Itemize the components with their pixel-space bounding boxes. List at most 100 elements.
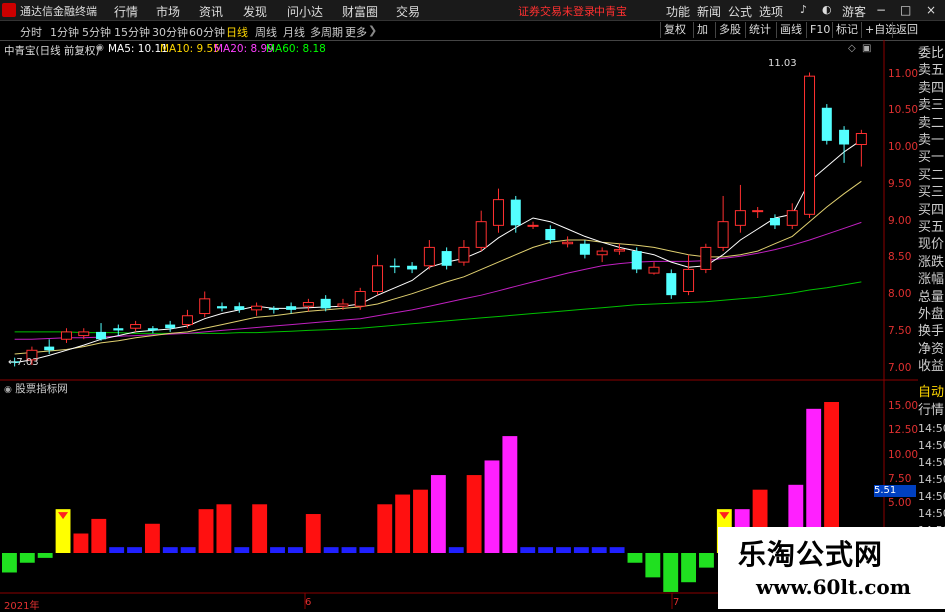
- side-item[interactable]: 卖一: [918, 132, 945, 149]
- candle-body: [78, 331, 90, 337]
- side-item[interactable]: 收益: [918, 358, 945, 375]
- side-item[interactable]: 买一: [918, 149, 945, 166]
- candle-body: [839, 129, 850, 145]
- menu-newsflash[interactable]: 新闻: [697, 3, 721, 20]
- period-daily[interactable]: 日线: [226, 24, 248, 40]
- side-item[interactable]: 净资: [918, 341, 945, 358]
- side-item[interactable]: 买二: [918, 167, 945, 184]
- indicator-settings-icon[interactable]: ◉: [4, 385, 12, 395]
- date-label-july: 7: [673, 597, 680, 608]
- stats-button[interactable]: 统计: [745, 22, 774, 38]
- indicator-bar: [466, 475, 482, 553]
- side-lower-item[interactable]: 自动: [918, 384, 945, 401]
- chart-area[interactable]: [0, 40, 918, 609]
- login-warning[interactable]: 证券交易未登录: [518, 3, 595, 19]
- candle-body: [181, 315, 193, 326]
- period-monthly[interactable]: 月线: [283, 24, 305, 40]
- indicator-bar: [681, 553, 697, 583]
- minimize-icon[interactable]: −: [876, 3, 886, 17]
- candle-body: [302, 302, 314, 307]
- back-button[interactable]: 返回: [892, 22, 921, 38]
- candle-body: [354, 290, 366, 307]
- period-more[interactable]: 更多: [345, 24, 367, 40]
- maximize-icon[interactable]: □: [900, 3, 911, 17]
- menu-discover[interactable]: 发现: [243, 3, 267, 20]
- user-icon[interactable]: ◐: [822, 3, 832, 16]
- side-item[interactable]: 涨跌: [918, 254, 945, 271]
- menu-news[interactable]: 资讯: [199, 3, 223, 20]
- period-5min[interactable]: 5分钟: [82, 24, 111, 40]
- candle-body: [320, 298, 331, 309]
- indicator-tick: 7.50: [888, 472, 912, 485]
- app-logo-icon: [2, 3, 16, 17]
- period-multi[interactable]: 多周期: [310, 24, 343, 40]
- side-item[interactable]: 现价: [918, 236, 945, 253]
- side-item[interactable]: 总量: [918, 289, 945, 306]
- side-time-label: 14:50: [918, 473, 945, 486]
- draw-button[interactable]: 画线: [776, 22, 805, 38]
- candle-body: [855, 132, 867, 146]
- mark-button[interactable]: 标记: [832, 22, 861, 38]
- ma5-line: [14, 139, 862, 364]
- candle-body: [562, 241, 574, 245]
- menu-quotes[interactable]: 行情: [114, 3, 138, 20]
- candle-body: [596, 250, 608, 256]
- side-item[interactable]: 卖二: [918, 115, 945, 132]
- side-item[interactable]: 委比: [918, 45, 945, 62]
- candle-body: [545, 229, 556, 241]
- side-item[interactable]: 买四: [918, 202, 945, 219]
- period-60min[interactable]: 60分钟: [189, 24, 225, 40]
- period-15min[interactable]: 15分钟: [114, 24, 150, 40]
- candle-body: [752, 210, 764, 213]
- f10-button[interactable]: F10: [806, 22, 833, 38]
- side-time-label: 14:50: [918, 422, 945, 435]
- side-item[interactable]: 换手: [918, 323, 945, 340]
- menu-trade[interactable]: 交易: [396, 3, 420, 20]
- period-weekly[interactable]: 周线: [255, 24, 277, 40]
- indicator-bar: [162, 547, 178, 553]
- side-item[interactable]: 卖四: [918, 80, 945, 97]
- side-item[interactable]: 卖五: [918, 62, 945, 79]
- chevron-right-icon[interactable]: ❯: [368, 24, 377, 37]
- adjust-button[interactable]: 复权: [660, 22, 689, 38]
- menu-function[interactable]: 功能: [666, 3, 690, 20]
- menu-wealth[interactable]: 财富圈: [342, 3, 378, 20]
- side-item[interactable]: 买三: [918, 184, 945, 201]
- candle-body: [165, 324, 176, 329]
- menu-formula[interactable]: 公式: [728, 3, 752, 20]
- side-item[interactable]: 卖三: [918, 97, 945, 114]
- guest-label[interactable]: 游客: [842, 3, 866, 20]
- side-item[interactable]: 买五: [918, 219, 945, 236]
- close-icon[interactable]: ×: [926, 3, 936, 17]
- indicator-bar: [645, 553, 661, 578]
- menu-market[interactable]: 市场: [156, 3, 180, 20]
- indicator-bar: [252, 504, 268, 553]
- price-tick: 9.00: [888, 214, 912, 227]
- indicator-bar: [216, 504, 232, 553]
- candlesticks: [9, 72, 867, 367]
- period-30min[interactable]: 30分钟: [152, 24, 188, 40]
- indicator-bar: [341, 547, 357, 553]
- menu-xiaoda[interactable]: 问小达: [287, 3, 323, 20]
- indicator-bar: [73, 533, 89, 553]
- indicator-bar: [377, 504, 393, 553]
- side-lower-item[interactable]: 行情: [918, 402, 945, 419]
- multi-stock-button[interactable]: 多股: [715, 22, 744, 38]
- price-tick: 7.00: [888, 361, 912, 374]
- period-intraday[interactable]: 分时: [20, 24, 42, 40]
- menu-options[interactable]: 选项: [759, 3, 783, 20]
- indicator-tick: 10.00: [888, 448, 919, 461]
- indicator-bar: [591, 547, 607, 553]
- side-item[interactable]: 外盘: [918, 306, 945, 323]
- indicator-bar: [144, 523, 160, 553]
- period-1min[interactable]: 1分钟: [50, 24, 79, 40]
- stock-title: 中青宝: [594, 5, 627, 18]
- candle-body: [286, 306, 297, 310]
- indicator-bar: [359, 547, 375, 553]
- indicator-bar: [323, 547, 339, 553]
- indicator-value-badge: 5.51: [874, 485, 916, 497]
- side-item[interactable]: 涨幅: [918, 271, 945, 288]
- candle-body: [527, 224, 539, 227]
- overlay-button[interactable]: 加: [693, 22, 711, 38]
- bell-icon[interactable]: ♪: [800, 3, 807, 16]
